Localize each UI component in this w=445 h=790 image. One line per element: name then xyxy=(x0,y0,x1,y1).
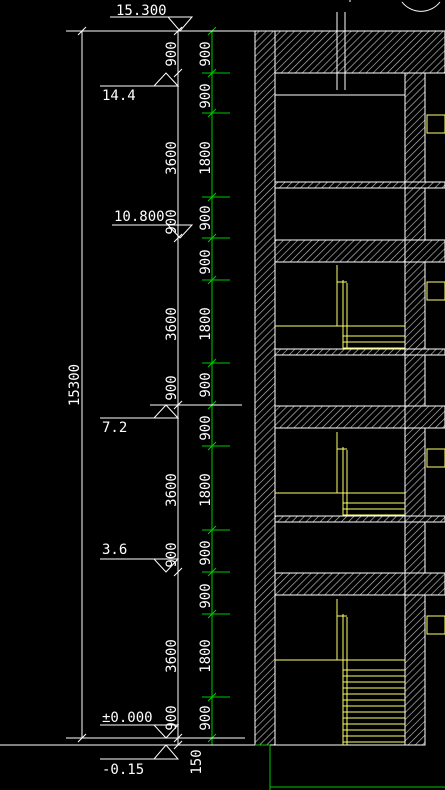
mid-dim-label: 3600 xyxy=(164,639,180,673)
overall-dimension-label: 15300 xyxy=(67,364,83,406)
inner-dim-label: 900 xyxy=(198,705,214,730)
dimension-lines xyxy=(0,30,255,746)
cad-elevation-drawing: 15.300 14.4 10.800 7.2 3.6 ±0.000 -0.15 … xyxy=(0,0,445,790)
inner-dim-label: 900 xyxy=(198,249,214,274)
elevation-label-7-2: 7.2 xyxy=(102,420,127,436)
inner-dim-label: 1800 xyxy=(198,307,214,341)
stair-treads xyxy=(343,335,405,743)
inner-dim-label: 900 xyxy=(198,41,214,66)
inner-dim-label: 1800 xyxy=(198,473,214,507)
elevation-marker-triangle xyxy=(152,404,180,419)
inner-dim-label: 900 xyxy=(198,372,214,397)
inner-dim-label: 900 xyxy=(198,415,214,440)
mid-dim-label: 3600 xyxy=(164,141,180,175)
elevation-label-0: ±0.000 xyxy=(102,710,153,726)
elevation-label-14-4: 14.4 xyxy=(102,88,136,104)
inner-dim-label: 900 xyxy=(198,540,214,565)
inner-dim-label: 900 xyxy=(198,205,214,230)
elevation-label-minus-015: -0.15 xyxy=(102,762,144,778)
mid-dim-label: 900 xyxy=(164,375,180,400)
inner-dim-label: 1800 xyxy=(198,141,214,175)
inner-dim-label: 150 xyxy=(189,749,205,774)
mid-dim-label: 900 xyxy=(164,41,180,66)
inner-dim-label: 900 xyxy=(198,83,214,108)
inner-dimension-labels: 900 900 1800 900 900 1800 900 900 1800 9… xyxy=(189,41,214,774)
inner-dim-label: 900 xyxy=(198,583,214,608)
mid-dim-label: 900 xyxy=(164,542,180,567)
elevation-label-15300: 15.300 xyxy=(116,3,167,19)
elevation-label-10800: 10.800 xyxy=(114,209,165,225)
wall-section xyxy=(254,30,445,746)
mid-dim-label: 900 xyxy=(164,705,180,730)
elevation-marker-triangle xyxy=(152,744,180,760)
elevation-label-3-6: 3.6 xyxy=(102,542,127,558)
mid-dim-label: 3600 xyxy=(164,473,180,507)
elevation-marker-triangle xyxy=(152,72,180,87)
mid-dim-label: 900 xyxy=(164,209,180,234)
mid-dim-label: 3600 xyxy=(164,307,180,341)
inner-dim-label: 1800 xyxy=(198,639,214,673)
